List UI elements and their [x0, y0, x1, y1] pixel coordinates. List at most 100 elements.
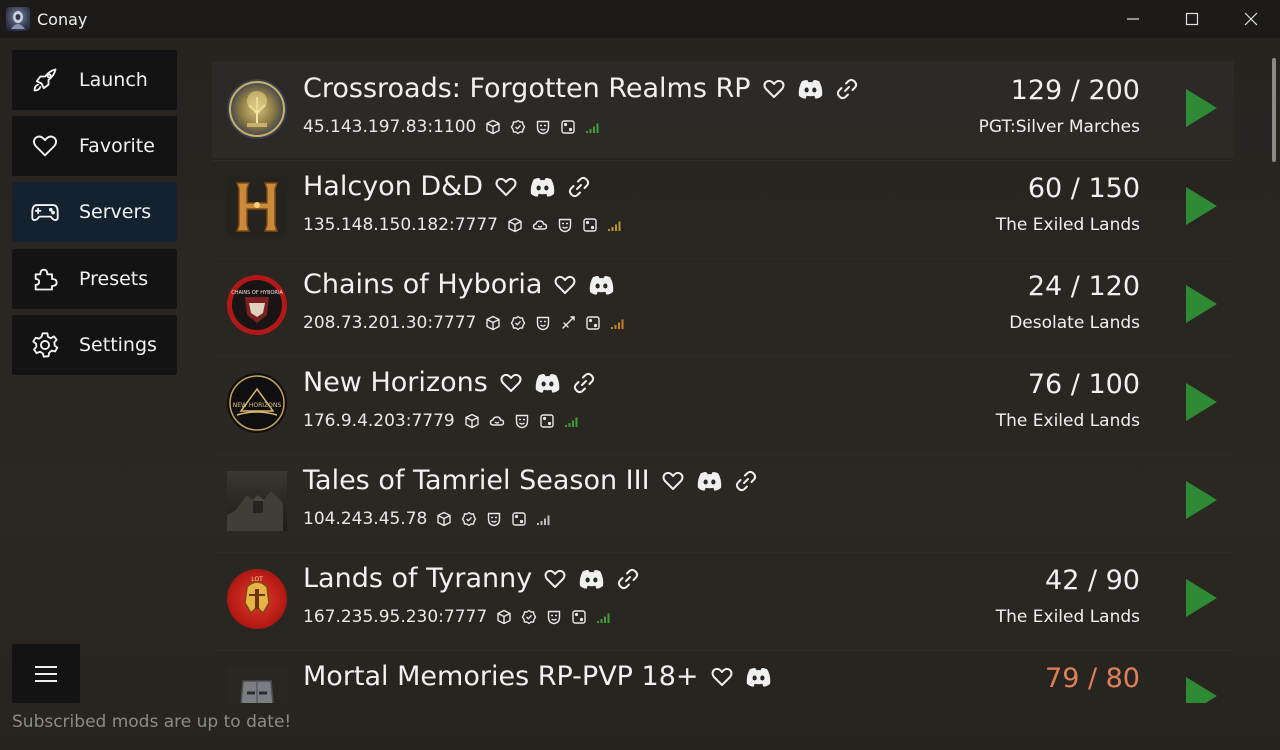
discord-icon[interactable] [797, 78, 824, 100]
status-message: Subscribed mods are up to date! [12, 712, 292, 732]
nav-servers[interactable]: Servers [12, 182, 177, 242]
nav-favorite-label: Favorite [79, 135, 155, 157]
server-map: The Exiled Lands [995, 607, 1140, 627]
play-button[interactable] [1186, 187, 1217, 225]
rocket-icon [30, 65, 60, 95]
server-logo [227, 667, 287, 703]
roleplay-mask-icon [486, 511, 502, 527]
nav-presets[interactable]: Presets [12, 249, 177, 309]
mods-cube-icon [485, 315, 501, 331]
hamburger-menu-button[interactable] [12, 644, 80, 703]
heart-icon[interactable] [542, 567, 568, 591]
server-name-line: Lands of Tyranny [303, 563, 641, 594]
mods-cube-icon [464, 413, 480, 429]
maximize-button[interactable] [1163, 0, 1221, 38]
server-name: Crossroads: Forgotten Realms RP [303, 73, 751, 104]
discord-icon[interactable] [588, 274, 615, 296]
roleplay-mask-icon [535, 119, 551, 135]
server-address-line: 135.148.150.182:7777 [303, 215, 623, 235]
discord-icon[interactable] [529, 176, 556, 198]
discord-icon[interactable] [578, 568, 605, 590]
server-map: The Exiled Lands [995, 411, 1140, 431]
server-address: 104.243.45.78 [303, 509, 428, 529]
nav-favorite[interactable]: Favorite [12, 116, 177, 176]
nav-servers-label: Servers [79, 201, 152, 223]
signal-strength-icon [536, 512, 552, 526]
server-map: PGT:Silver Marches [978, 117, 1140, 137]
server-name-line: Crossroads: Forgotten Realms RP [303, 73, 860, 104]
scrollbar-thumb[interactable] [1272, 58, 1276, 162]
server-address: 135.148.150.182:7777 [303, 215, 498, 235]
server-address-line: 167.235.95.230:7777 [303, 607, 612, 627]
swords-icon [560, 315, 576, 331]
signal-strength-icon [607, 218, 623, 232]
heart-icon[interactable] [498, 371, 524, 395]
discord-icon[interactable] [696, 470, 723, 492]
server-row[interactable]: LOT Lands of Tyranny 167.235.95.230:7777… [212, 552, 1234, 648]
server-address: 167.235.95.230:7777 [303, 607, 488, 627]
server-list[interactable]: Crossroads: Forgotten Realms RP 45.143.1… [212, 62, 1234, 703]
server-row[interactable]: Mortal Memories RP-PVP 18+ 79 / 80 [212, 650, 1234, 703]
server-row[interactable]: Crossroads: Forgotten Realms RP 45.143.1… [212, 62, 1234, 158]
maximize-icon [1185, 12, 1199, 26]
mods-cube-icon [436, 511, 452, 527]
player-count: 76 / 100 [1027, 369, 1140, 400]
server-address: 176.9.4.203:7779 [303, 411, 455, 431]
play-button[interactable] [1186, 383, 1217, 421]
server-name: Chains of Hyboria [303, 269, 543, 300]
hamburger-menu-icon [35, 665, 57, 682]
signal-strength-icon [585, 120, 601, 134]
heart-icon[interactable] [660, 469, 686, 493]
heart-icon[interactable] [761, 77, 787, 101]
server-name: Lands of Tyranny [303, 563, 533, 594]
signal-strength-icon [610, 316, 626, 330]
link-icon[interactable] [566, 175, 592, 199]
play-button[interactable] [1186, 579, 1217, 617]
app-title: Conay [37, 9, 88, 29]
link-icon[interactable] [834, 77, 860, 101]
server-row[interactable]: Tales of Tamriel Season III 104.243.45.7… [212, 454, 1234, 550]
play-button[interactable] [1186, 481, 1217, 519]
server-row[interactable]: CHAINS OF HYBORIA Chains of Hyboria 208.… [212, 258, 1234, 354]
roleplay-mask-icon [557, 217, 573, 233]
svg-text:LOT: LOT [251, 576, 263, 583]
server-row[interactable]: NEW HORIZONS New Horizons 176.9.4.203:77… [212, 356, 1234, 452]
dice-icon [582, 217, 598, 233]
player-count: 79 / 80 [1045, 663, 1140, 694]
link-icon[interactable] [615, 567, 641, 591]
minimize-button[interactable] [1104, 0, 1162, 38]
server-address: 45.143.197.83:1100 [303, 117, 477, 137]
close-icon [1244, 12, 1258, 26]
roleplay-mask-icon [535, 315, 551, 331]
player-count: 129 / 200 [1010, 75, 1140, 106]
nav-settings[interactable]: Settings [12, 315, 177, 375]
close-button[interactable] [1222, 0, 1280, 38]
server-row[interactable]: Halcyon D&D 135.148.150.182:7777 60 / 15… [212, 160, 1234, 256]
server-address-line: 176.9.4.203:7779 [303, 411, 580, 431]
play-button[interactable] [1186, 89, 1217, 127]
server-name: New Horizons [303, 367, 488, 398]
mods-cube-icon [496, 609, 512, 625]
player-count: 24 / 120 [1027, 271, 1140, 302]
link-icon[interactable] [733, 469, 759, 493]
gear-icon [30, 330, 60, 360]
server-address-line: 45.143.197.83:1100 [303, 117, 601, 137]
discord-icon[interactable] [534, 372, 561, 394]
play-button[interactable] [1186, 677, 1217, 703]
link-icon[interactable] [571, 371, 597, 395]
server-name-line: New Horizons [303, 367, 597, 398]
play-button[interactable] [1186, 285, 1217, 323]
heart-icon[interactable] [493, 175, 519, 199]
server-logo [227, 177, 287, 237]
heart-icon [30, 131, 60, 161]
server-name: Mortal Memories RP-PVP 18+ [303, 661, 699, 692]
nav-presets-label: Presets [79, 268, 149, 290]
heart-icon[interactable] [709, 665, 735, 689]
heart-icon[interactable] [552, 273, 578, 297]
dice-icon [571, 609, 587, 625]
dice-icon [511, 511, 527, 527]
mods-cube-icon [507, 217, 523, 233]
discord-icon[interactable] [745, 666, 772, 688]
nav-launch[interactable]: Launch [12, 50, 177, 110]
verified-badge-icon [461, 511, 477, 527]
